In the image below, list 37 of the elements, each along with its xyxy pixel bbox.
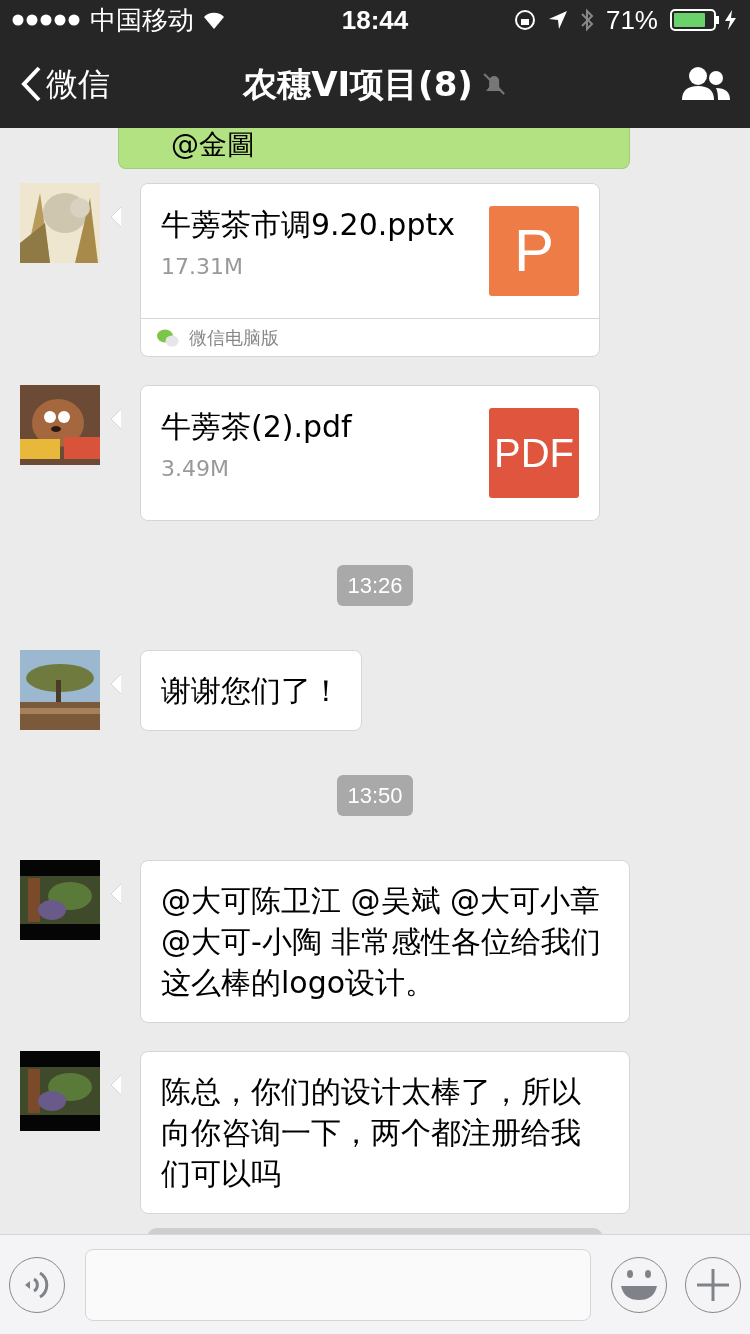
back-chevron-icon — [20, 66, 42, 102]
location-icon — [547, 10, 568, 30]
carrier-name: 中国移动 — [90, 3, 194, 37]
bluetooth-icon — [579, 8, 594, 32]
message-bubble[interactable]: 谢谢您们了！ — [140, 650, 362, 731]
signal-icon — [12, 14, 82, 26]
chat-title: 农穗VI项目(8) — [243, 62, 473, 106]
bubble-tail — [110, 207, 121, 227]
message-bubble[interactable]: 陈总，你们的设计太棒了，所以向你咨询一下，两个都注册给我们可以吗 — [140, 1051, 630, 1214]
message-bubble[interactable]: @金圖 — [118, 128, 630, 169]
timestamp: 13:50 — [337, 775, 413, 816]
file-message-card[interactable]: 牛蒡茶市调9.20.pptx 17.31M P 微信电脑版 — [140, 183, 600, 357]
file-size: 3.49M — [161, 455, 230, 483]
bubble-tail — [110, 674, 121, 694]
bubble-tail — [110, 1075, 121, 1095]
file-type-icon: PDF — [489, 408, 579, 498]
timestamp: 13:26 — [337, 565, 413, 606]
back-button[interactable]: 微信 — [20, 60, 110, 108]
rotation-lock-icon — [513, 9, 536, 31]
file-size: 17.31M — [161, 253, 244, 281]
bubble-tail — [110, 409, 121, 429]
plus-icon — [696, 1267, 730, 1302]
message-input[interactable] — [85, 1248, 591, 1321]
group-members-icon[interactable] — [682, 66, 730, 102]
clock: 18:44 — [341, 3, 409, 37]
chat-bubbles-icon — [157, 328, 179, 347]
wifi-icon — [202, 11, 226, 29]
source-label: 微信电脑版 — [189, 326, 279, 350]
file-message-card[interactable]: 牛蒡茶(2).pdf 3.49M PDF — [140, 385, 600, 521]
message-bubble[interactable]: @大可陈卫江 @吴斌 @大可小章 @大可-小陶 非常感性各位给我们这么棒的logo设计。 — [140, 860, 630, 1023]
battery-percent: 71% — [605, 3, 658, 37]
bubble-tail — [110, 884, 121, 904]
smiley-icon — [620, 1268, 658, 1301]
file-name: 牛蒡茶(2).pdf — [161, 408, 352, 446]
file-type-icon: P — [489, 206, 579, 296]
file-name: 牛蒡茶市调9.20.pptx — [161, 206, 455, 244]
battery-charging-icon — [670, 9, 738, 31]
